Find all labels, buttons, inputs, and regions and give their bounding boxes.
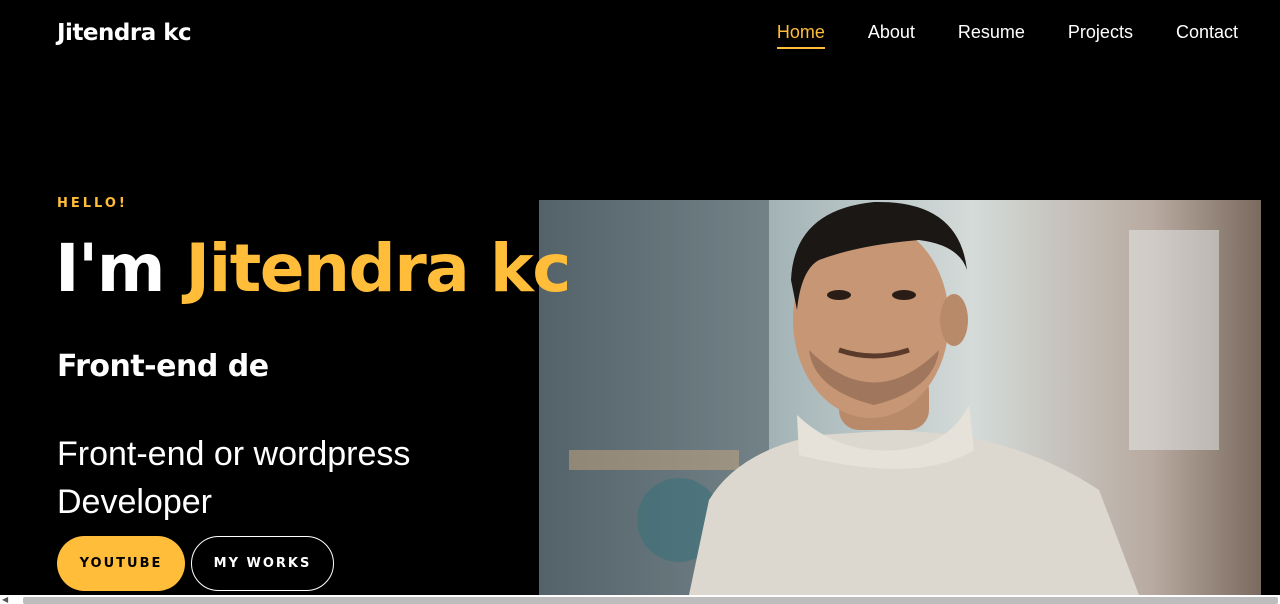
portrait-illustration [539, 200, 1261, 595]
hero-greeting: HELLO! [57, 196, 128, 211]
typed-role-text: Front-end de [57, 349, 269, 384]
horizontal-scrollbar[interactable]: ◀ [0, 595, 1280, 604]
youtube-button[interactable]: YOUTUBE [57, 536, 185, 591]
nav-item-about[interactable]: About [868, 22, 915, 49]
page: Jitendra kc Home About Resume Projects C… [0, 0, 1280, 604]
hero-headline: I'm Jitendra kc [55, 234, 571, 303]
hero-role-text: Front-end or wordpress Developer [57, 435, 411, 521]
nav-item-resume[interactable]: Resume [958, 22, 1025, 49]
nav-item-contact[interactable]: Contact [1176, 22, 1238, 49]
headline-name: Jitendra kc [185, 230, 572, 307]
scrollbar-thumb[interactable] [23, 597, 1278, 604]
my-works-button[interactable]: MY WORKS [191, 536, 334, 591]
headline-prefix: I'm [55, 230, 166, 307]
nav-item-projects[interactable]: Projects [1068, 22, 1133, 49]
main-nav: Home About Resume Projects Contact [734, 22, 1238, 49]
chevron-left-icon[interactable]: ◀ [2, 595, 14, 604]
brand-logo[interactable]: Jitendra kc [57, 20, 192, 46]
hero-portrait-photo [539, 200, 1261, 595]
nav-item-home[interactable]: Home [776, 22, 825, 49]
